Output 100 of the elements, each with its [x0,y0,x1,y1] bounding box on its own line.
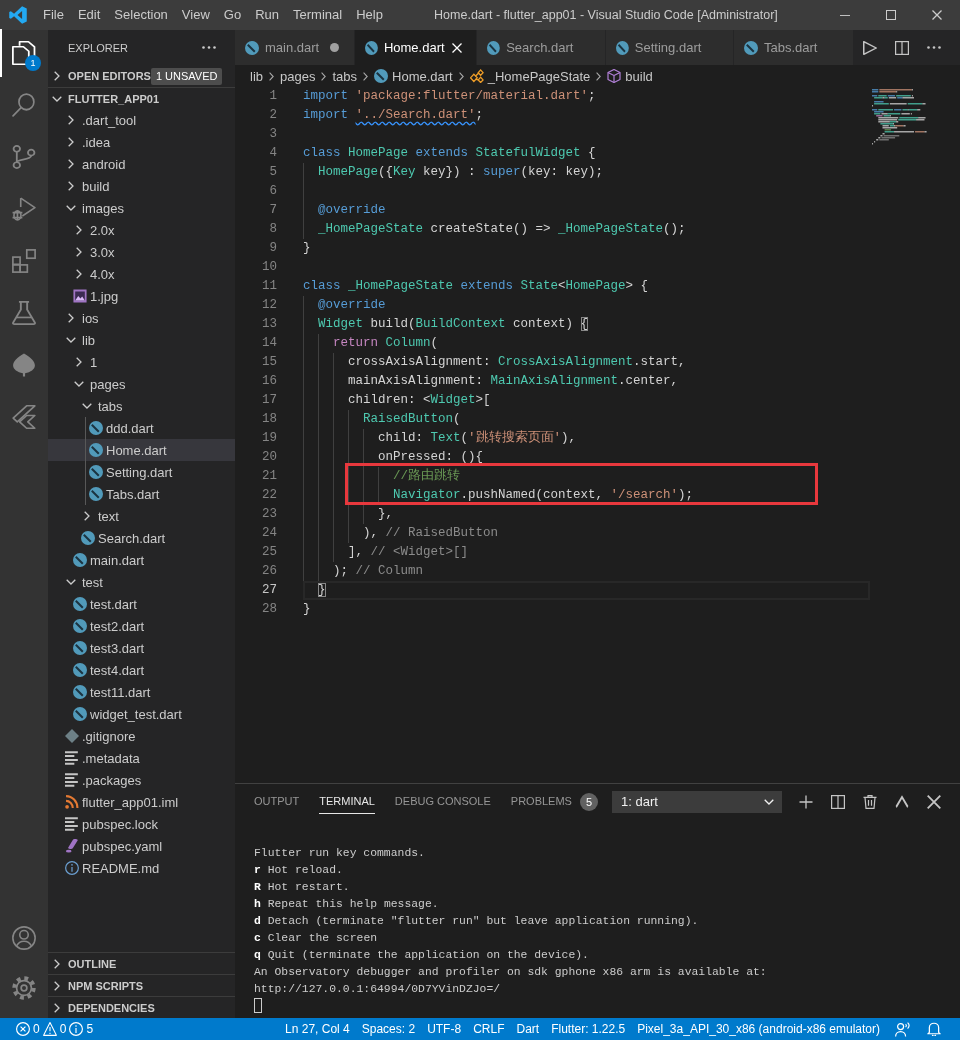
breadcrumb-item[interactable]: pages [280,68,316,84]
editor-tab[interactable]: Setting.dart [606,30,734,65]
tree-item[interactable]: test2.dart [48,615,235,637]
tree-item[interactable]: test [48,571,235,593]
plus-icon[interactable] [799,794,813,809]
editor-tab[interactable]: Tabs.dart [734,30,854,65]
leaf-icon[interactable] [12,353,36,377]
menu-item[interactable]: File [36,0,71,30]
more-icon[interactable] [927,46,941,49]
panel-tab[interactable]: DEBUG CONSOLE [384,784,501,819]
tree-item[interactable]: android [48,153,235,175]
maximize-icon[interactable] [886,10,896,20]
blocks-icon[interactable] [12,249,36,273]
menu-item[interactable]: Selection [107,0,175,30]
branch-icon[interactable] [12,145,36,169]
tree-item[interactable]: pubspec.yaml [48,835,235,857]
section-header[interactable]: OPEN EDITORS 1 UNSAVED [48,65,235,87]
tree-item[interactable]: build [48,175,235,197]
tree-item[interactable]: lib [48,329,235,351]
files-icon[interactable] [12,41,36,65]
tree-item[interactable]: test4.dart [48,659,235,681]
tree-item[interactable]: README.md [48,857,235,879]
tree-item[interactable]: pages [48,373,235,395]
tree-item[interactable]: .gitignore [48,725,235,747]
chevron-up-icon[interactable] [895,794,909,809]
tree-item[interactable]: 1 [48,351,235,373]
menu-item[interactable]: View [174,0,217,30]
chevron-right-icon [363,71,368,81]
menu-item[interactable]: Terminal [286,0,350,30]
problems-status[interactable]: 0 0 5 [10,1018,100,1040]
close-icon[interactable] [927,794,941,809]
tree-item[interactable]: tabs [48,395,235,417]
flask-icon[interactable] [12,301,36,325]
breadcrumb-item[interactable]: tabs [332,68,357,84]
code-line: import '../Search.dart'; [303,108,484,122]
lines-icon [65,817,79,831]
play-bug-icon[interactable] [12,197,36,221]
terminal-select[interactable]: 1: dart [612,790,782,813]
more-icon[interactable] [202,46,216,49]
chevron-logo-icon[interactable] [12,405,36,429]
tree-item[interactable]: pubspec.lock [48,813,235,835]
tree-item[interactable]: main.dart [48,549,235,571]
breadcrumb-item[interactable]: lib [250,68,263,84]
tree-item[interactable]: 2.0x [48,219,235,241]
file-icon [73,597,87,611]
tree-item[interactable]: Search.dart [48,527,235,549]
file-icon [245,40,259,55]
status-item[interactable]: CRLF [467,1018,511,1040]
tree-item[interactable]: ios [48,307,235,329]
tree-item[interactable]: .idea [48,131,235,153]
status-item[interactable]: Flutter: 1.22.5 [545,1018,632,1040]
account-icon[interactable] [12,926,36,950]
bell-icon[interactable] [927,1022,941,1036]
close-icon[interactable] [932,10,942,20]
file-icon [89,421,103,435]
breadcrumb-item[interactable]: build [607,68,653,84]
status-item[interactable]: Ln 27, Col 4 [279,1018,356,1040]
status-item[interactable]: Pixel_3a_API_30_x86 (android-x86 emulator) [631,1018,886,1040]
editor-tab[interactable]: main.dart [235,30,355,65]
tree-item[interactable]: .metadata [48,747,235,769]
terminal-line: http://127.0.0.1:64994/0D7YVinDZJo=/ [254,982,501,997]
tree-item[interactable]: .packages [48,769,235,791]
code-line: Navigator.pushNamed(context, '/search'); [393,488,694,502]
panel-tab[interactable]: TERMINAL [309,784,385,819]
status-item[interactable]: UTF-8 [421,1018,468,1040]
status-item[interactable]: Dart [510,1018,546,1040]
split-panel-icon[interactable] [831,794,845,809]
editor-tab[interactable]: Search.dart [477,30,606,65]
tree-item[interactable]: flutter_app01.iml [48,791,235,813]
breadcrumb-item[interactable]: Home.dart [374,68,453,84]
tree-item[interactable]: test11.dart [48,681,235,703]
run-icon[interactable] [863,40,877,55]
trash-icon[interactable] [863,794,877,809]
file-icon [487,40,501,55]
menu-item[interactable]: Help [349,0,390,30]
tree-item[interactable]: 1.jpg [48,285,235,307]
tree-item[interactable]: 3.0x [48,241,235,263]
tree-item[interactable]: test.dart [48,593,235,615]
terminal-line: An Observatory debugger and profiler on sdk gphone x86 arm is available at: [254,965,767,980]
tree-item[interactable]: widget_test.dart [48,703,235,725]
status-item[interactable]: Spaces: 2 [355,1018,422,1040]
tree-item[interactable]: 4.0x [48,263,235,285]
panel-tab[interactable]: PROBLEMS 5 [500,784,608,819]
settings-icon[interactable] [12,976,36,1000]
menu-item[interactable]: Run [248,0,286,30]
tree-item[interactable]: Home.dart [48,439,235,461]
tree-item[interactable]: images [48,197,235,219]
menu-item[interactable]: Edit [70,0,108,30]
tree-item[interactable]: text [48,505,235,527]
editor-tab[interactable]: Home.dart [355,30,478,65]
menu-item[interactable]: Go [216,0,249,30]
minimize-icon[interactable] [840,14,850,16]
split-editor-icon[interactable] [895,40,909,55]
panel-tab[interactable]: OUTPUT [244,784,310,819]
file-icon [89,443,103,457]
tree-item[interactable]: .dart_tool [48,109,235,131]
feedback-icon[interactable] [894,1021,910,1037]
breadcrumb-item[interactable]: _HomePageState [469,68,591,84]
tree-item[interactable]: test3.dart [48,637,235,659]
search-icon[interactable] [12,93,36,117]
